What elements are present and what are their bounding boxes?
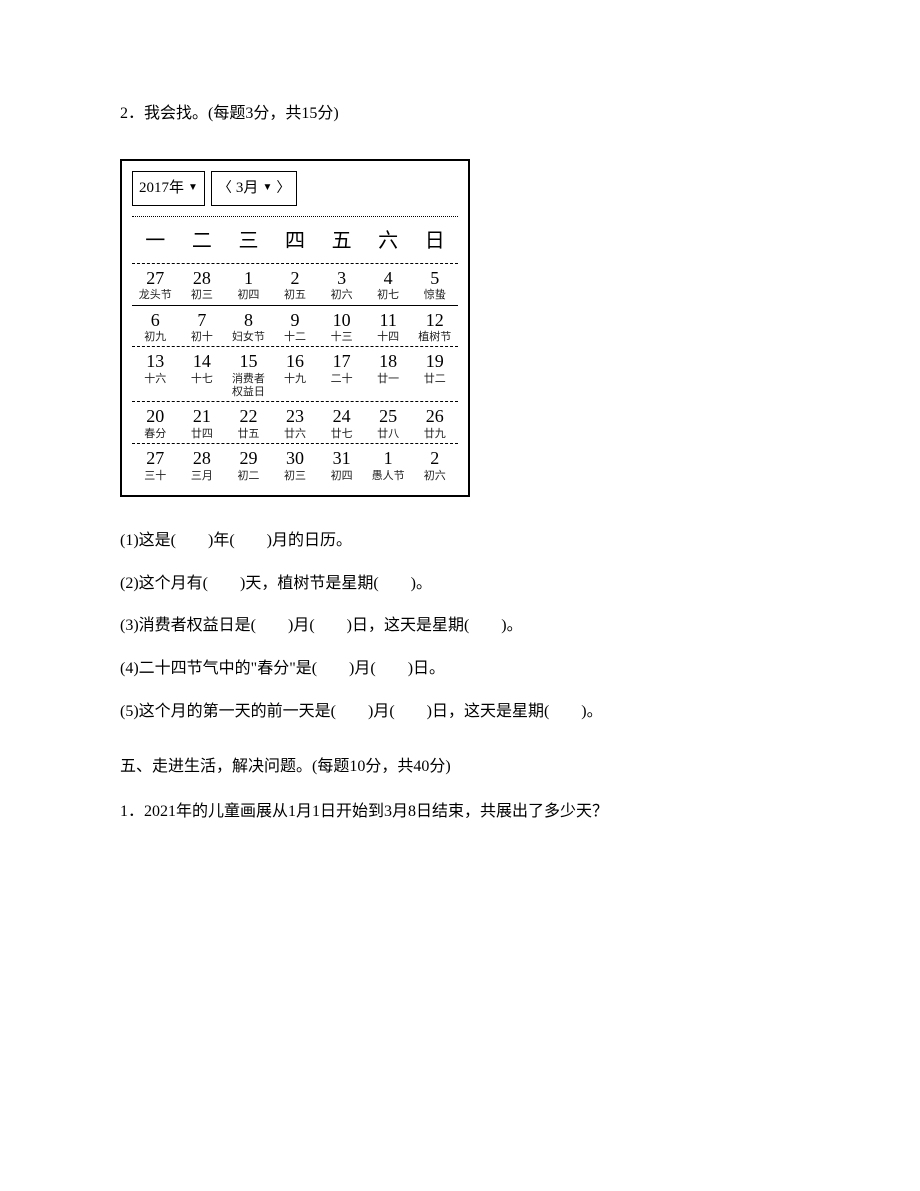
calendar-header: 2017年 ▼ 〈 3月 ▼ 〉 <box>132 171 458 206</box>
day-cell: 16十九 <box>272 347 319 401</box>
weekday-sat: 六 <box>365 217 412 263</box>
day-cell: 2初五 <box>272 264 319 305</box>
calendar-row-1: 27龙头节 28初三 1初四 2初五 3初六 4初七 5惊蛰 <box>132 264 458 306</box>
day-cell: 21廿四 <box>179 402 226 443</box>
day-cell: 24廿七 <box>318 402 365 443</box>
day-cell: 20春分 <box>132 402 179 443</box>
weekday-row: 一 二 三 四 五 六 日 <box>132 217 458 264</box>
day-cell: 25廿八 <box>365 402 412 443</box>
year-dropdown[interactable]: 2017年 ▼ <box>132 171 205 206</box>
calendar-grid: 一 二 三 四 五 六 日 27龙头节 28初三 1初四 2初五 3初六 4初七… <box>132 216 458 485</box>
weekday-thu: 四 <box>272 217 319 263</box>
q2-item-4: (4)二十四节气中的"春分"是( )月( )日。 <box>120 655 800 684</box>
day-cell: 8妇女节 <box>225 306 272 347</box>
calendar-row-2: 6初九 7初十 8妇女节 9十二 10十三 11十四 12植树节 <box>132 306 458 348</box>
day-cell: 11十四 <box>365 306 412 347</box>
day-cell: 9十二 <box>272 306 319 347</box>
calendar-row-3: 13十六 14十七 15消费者 权益日 16十九 17二十 18廿一 19廿二 <box>132 347 458 402</box>
day-cell: 28初三 <box>179 264 226 305</box>
month-label: 3月 <box>236 175 259 202</box>
day-cell: 30初三 <box>272 444 319 485</box>
year-label: 2017年 <box>139 175 184 202</box>
weekday-mon: 一 <box>132 217 179 263</box>
day-cell: 19廿二 <box>411 347 458 401</box>
weekday-fri: 五 <box>318 217 365 263</box>
day-cell: 22廿五 <box>225 402 272 443</box>
calendar-row-5: 27三十 28三月 29初二 30初三 31初四 1愚人节 2初六 <box>132 444 458 485</box>
day-cell: 3初六 <box>318 264 365 305</box>
weekday-sun: 日 <box>411 217 458 263</box>
day-cell: 31初四 <box>318 444 365 485</box>
day-cell: 6初九 <box>132 306 179 347</box>
day-cell: 5惊蛰 <box>411 264 458 305</box>
calendar-widget: 2017年 ▼ 〈 3月 ▼ 〉 一 二 三 四 五 六 日 27龙头节 28初… <box>120 159 470 497</box>
day-cell: 18廿一 <box>365 347 412 401</box>
day-cell: 15消费者 权益日 <box>225 347 272 401</box>
section-5-title: 五、走进生活，解决问题。(每题10分，共40分) <box>120 753 800 782</box>
q2-item-1: (1)这是( )年( )月的日历。 <box>120 527 800 556</box>
section-5-q1: 1．2021年的儿童画展从1月1日开始到3月8日结束，共展出了多少天？ <box>120 798 800 827</box>
q2-title: 2．我会找。(每题3分，共15分) <box>120 100 800 129</box>
q2-item-2: (2)这个月有( )天，植树节是星期( )。 <box>120 570 800 599</box>
month-dropdown[interactable]: 〈 3月 ▼ 〉 <box>211 171 297 206</box>
day-cell: 1初四 <box>225 264 272 305</box>
day-cell: 1愚人节 <box>365 444 412 485</box>
chevron-down-icon: ▼ <box>188 179 198 197</box>
day-cell: 27龙头节 <box>132 264 179 305</box>
chevron-down-icon: ▼ <box>262 179 272 197</box>
day-cell: 2初六 <box>411 444 458 485</box>
day-cell: 17二十 <box>318 347 365 401</box>
chevron-right-icon: 〉 <box>276 176 290 201</box>
day-cell: 26廿九 <box>411 402 458 443</box>
day-cell: 10十三 <box>318 306 365 347</box>
day-cell: 14十七 <box>179 347 226 401</box>
day-cell: 7初十 <box>179 306 226 347</box>
calendar-row-4: 20春分 21廿四 22廿五 23廿六 24廿七 25廿八 26廿九 <box>132 402 458 444</box>
q2-subquestions: (1)这是( )年( )月的日历。 (2)这个月有( )天，植树节是星期( )。… <box>120 527 800 727</box>
day-cell: 28三月 <box>179 444 226 485</box>
weekday-tue: 二 <box>179 217 226 263</box>
day-cell: 4初七 <box>365 264 412 305</box>
day-cell: 29初二 <box>225 444 272 485</box>
q2-item-3: (3)消费者权益日是( )月( )日，这天是星期( )。 <box>120 612 800 641</box>
day-cell: 12植树节 <box>411 306 458 347</box>
day-cell: 13十六 <box>132 347 179 401</box>
day-cell: 27三十 <box>132 444 179 485</box>
section-5: 五、走进生活，解决问题。(每题10分，共40分) 1．2021年的儿童画展从1月… <box>120 753 800 827</box>
weekday-wed: 三 <box>225 217 272 263</box>
day-cell: 23廿六 <box>272 402 319 443</box>
q2-item-5: (5)这个月的第一天的前一天是( )月( )日，这天是星期( )。 <box>120 698 800 727</box>
chevron-left-icon: 〈 <box>218 176 232 201</box>
